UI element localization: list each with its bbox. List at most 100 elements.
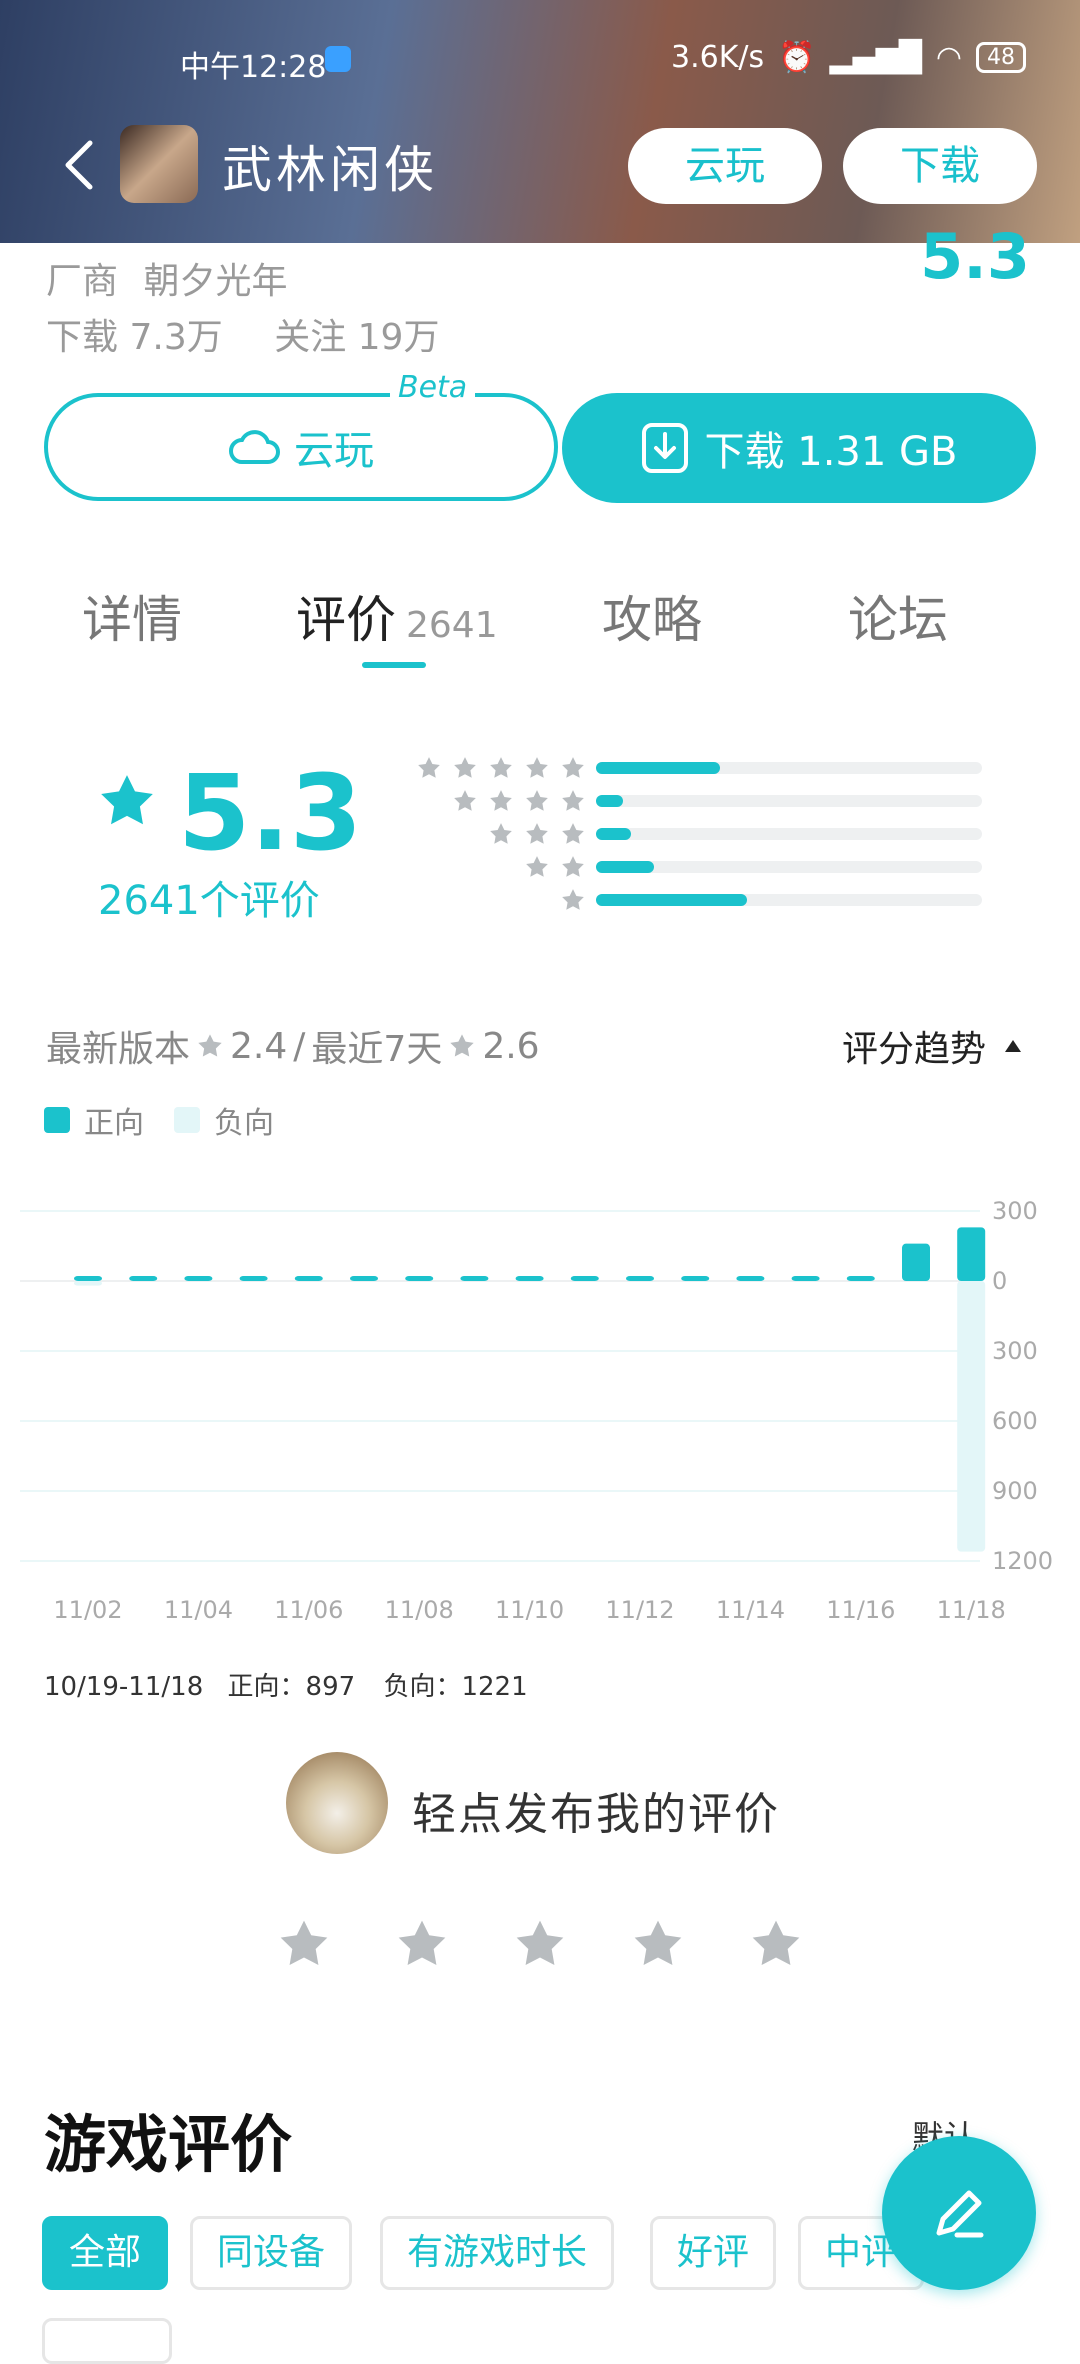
- legend-negative-swatch: [174, 1107, 200, 1133]
- score-trend-label: 评分趋势: [841, 1029, 986, 1070]
- rate-star-3-icon[interactable]: [512, 1916, 568, 1972]
- header-download-button[interactable]: 下载: [843, 128, 1037, 204]
- filter-same-device[interactable]: 同设备: [190, 2216, 353, 2290]
- tab-reviews[interactable]: 评价 2641: [296, 580, 498, 652]
- back-icon[interactable]: [60, 135, 100, 195]
- header-score: 5.3: [920, 220, 1030, 293]
- rate-star-4-icon[interactable]: [630, 1916, 686, 1972]
- star-icon: [526, 757, 548, 778]
- trend-separator: /: [293, 1025, 306, 1067]
- header-cloud-play-button[interactable]: 云玩: [628, 128, 822, 204]
- star-icon: [562, 790, 584, 811]
- x-tick-label: 11/18: [937, 1596, 1006, 1620]
- star-icon: [526, 823, 548, 844]
- score-trend-chart: 300 0 300 600 900 1200 11/02 11/04 11/06 11/08 11/…: [20, 1197, 1053, 1620]
- positive-bar: [902, 1243, 930, 1281]
- small-star-icon: [450, 1034, 474, 1057]
- recent-7-days-score: 2.6: [482, 1025, 540, 1067]
- rating-count: 2641个评价: [98, 878, 320, 924]
- rating-row-bar: [596, 894, 982, 906]
- rating-row-bar-fill: [596, 861, 654, 873]
- rate-star-1-icon[interactable]: [276, 1916, 332, 1972]
- star-icon: [562, 757, 584, 778]
- cloud-play-label: 云玩: [294, 428, 374, 474]
- positive-bar: [570, 1276, 599, 1281]
- vendor-name[interactable]: 朝夕光年: [143, 261, 287, 302]
- positive-bar: [294, 1276, 323, 1281]
- summary-negative-value: 1221: [461, 1672, 528, 1702]
- rating-row-stars: [400, 854, 586, 880]
- alarm-icon: ⏰: [778, 40, 816, 75]
- y-tick-label: 1200: [992, 1547, 1053, 1575]
- status-time: 中午12:28: [180, 50, 327, 85]
- notification-icon: [325, 46, 351, 72]
- filter-has-playtime[interactable]: 有游戏时长: [380, 2216, 615, 2290]
- cloud-icon: [229, 430, 280, 464]
- summary-negative-label: 负向：: [383, 1672, 462, 1702]
- score-trend-toggle[interactable]: 评分趋势: [842, 1020, 1022, 1072]
- x-tick-label: 11/12: [605, 1596, 674, 1620]
- legend-positive-label: 正向: [84, 1106, 144, 1141]
- rating-row-4-stars: [400, 788, 982, 814]
- rating-row-stars: [400, 755, 586, 781]
- compose-review-prompt[interactable]: 轻点发布我的评价: [412, 1778, 780, 1842]
- write-review-button[interactable]: [882, 2136, 1036, 2290]
- rating-row-stars: [400, 821, 586, 847]
- downloads-label: 下载: [46, 317, 119, 358]
- positive-bar: [957, 1227, 986, 1281]
- summary-positive-label: 正向：: [227, 1672, 306, 1702]
- rate-star-5-icon[interactable]: [748, 1916, 804, 1972]
- positive-bar: [791, 1276, 820, 1281]
- filter-positive[interactable]: 好评: [650, 2216, 777, 2290]
- tab-details[interactable]: 详情: [82, 580, 182, 652]
- tab-reviews-label: 评价: [296, 591, 396, 649]
- x-tick-label: 11/16: [826, 1596, 895, 1620]
- y-tick-label: 300: [992, 1197, 1038, 1225]
- rating-row-bar: [596, 795, 982, 807]
- negative-bar: [74, 1281, 102, 1286]
- rate-stars: [276, 1916, 804, 1972]
- positive-bar: [460, 1276, 489, 1281]
- vendor-label: 厂商: [46, 261, 119, 302]
- download-button[interactable]: 下载 1.31 GB: [562, 393, 1036, 503]
- positive-bar: [846, 1276, 875, 1281]
- tab-guides[interactable]: 攻略: [602, 580, 702, 652]
- recent-7-days-label: 最近7天: [311, 1029, 443, 1070]
- star-icon: [562, 823, 584, 844]
- rating-star-icon: [101, 775, 153, 825]
- rating-row-3-stars: [400, 821, 982, 847]
- score-trend-summary: 最新版本 2.4 / 最近7天 2.6: [46, 1020, 540, 1072]
- star-icon: [490, 823, 512, 844]
- y-tick-label: 600: [992, 1407, 1038, 1435]
- rate-star-2-icon[interactable]: [394, 1916, 450, 1972]
- positive-bar: [129, 1276, 158, 1281]
- rating-row-bar-fill: [596, 762, 720, 774]
- filter-more[interactable]: [42, 2318, 172, 2364]
- star-icon: [490, 757, 512, 778]
- rating-value: 5.3: [178, 752, 363, 874]
- star-icon: [454, 757, 476, 778]
- tab-reviews-count: 2641: [406, 605, 498, 646]
- star-icon: [490, 790, 512, 811]
- rating-row-stars: [400, 788, 586, 814]
- star-icon: [526, 856, 548, 877]
- positive-bar: [681, 1276, 710, 1281]
- x-tick-label: 11/02: [53, 1596, 122, 1620]
- stats-info: 下载 7.3万 关注 19万: [46, 308, 439, 360]
- latest-version-label: 最新版本: [46, 1029, 191, 1070]
- avatar[interactable]: [286, 1752, 388, 1854]
- positive-bar: [74, 1276, 102, 1281]
- legend-negative-label: 负向: [214, 1106, 274, 1141]
- filter-all[interactable]: 全部: [42, 2216, 169, 2290]
- positive-bar: [626, 1276, 654, 1281]
- small-star-icon: [198, 1034, 222, 1057]
- rating-row-1-stars: [400, 888, 982, 912]
- rating-row-bar: [596, 762, 982, 774]
- cloud-play-button[interactable]: 云玩: [44, 393, 558, 501]
- y-tick-label: 0: [992, 1267, 1007, 1295]
- positive-bar: [239, 1276, 268, 1281]
- wifi-icon: ◠: [935, 40, 962, 75]
- star-icon: [562, 889, 584, 910]
- download-icon: [641, 423, 688, 473]
- tab-forum[interactable]: 论坛: [848, 580, 948, 652]
